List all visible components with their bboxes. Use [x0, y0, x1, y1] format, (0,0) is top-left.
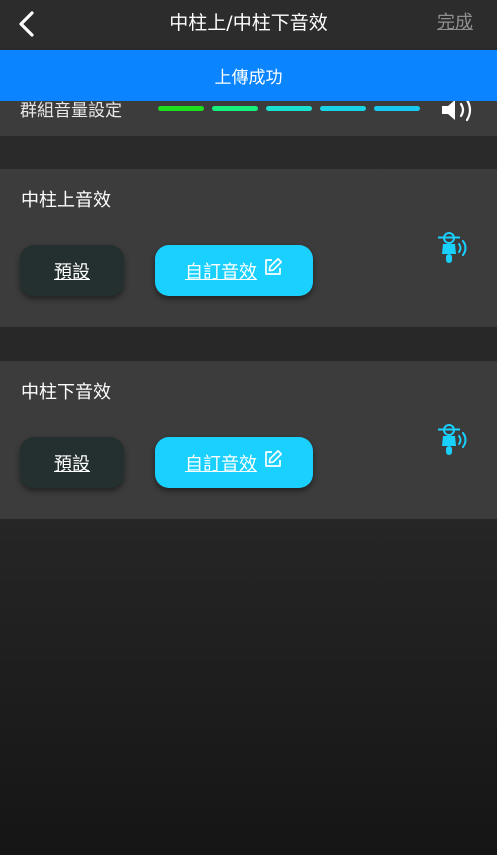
edit-icon [265, 449, 283, 467]
volume-segment[interactable] [374, 106, 420, 111]
preset-button[interactable]: 預設 [20, 437, 124, 488]
section-stand-up-sound: 中柱上音效 預設 自訂音效 [0, 169, 497, 327]
custom-sound-button-label: 自訂音效 [185, 453, 257, 475]
custom-sound-button[interactable]: 自訂音效 [155, 245, 313, 296]
section-title: 中柱上音效 [21, 190, 111, 211]
toast-message: 上傳成功 [214, 68, 283, 88]
preset-button-label: 預設 [54, 453, 90, 475]
done-button[interactable]: 完成 [437, 0, 473, 46]
preset-button[interactable]: 預設 [20, 245, 124, 296]
section-stand-down-sound: 中柱下音效 預設 自訂音效 [0, 361, 497, 519]
volume-segment[interactable] [320, 106, 366, 111]
custom-sound-button-label: 自訂音效 [185, 261, 257, 283]
volume-segment[interactable] [158, 106, 204, 111]
page-title: 中柱上/中柱下音效 [169, 12, 328, 34]
scooter-sound-icon[interactable] [436, 231, 472, 267]
edit-icon [265, 257, 283, 275]
chevron-left-icon [19, 11, 34, 37]
preset-button-label: 預設 [54, 261, 90, 283]
navigation-bar: 中柱上/中柱下音效 完成 [0, 0, 497, 48]
back-button[interactable] [6, 4, 46, 44]
volume-segment[interactable] [266, 106, 312, 111]
section-title: 中柱下音效 [21, 382, 111, 403]
scooter-sound-icon[interactable] [436, 423, 472, 459]
volume-segment[interactable] [212, 106, 258, 111]
upload-success-toast: 上傳成功 [0, 50, 497, 101]
custom-sound-button[interactable]: 自訂音效 [155, 437, 313, 488]
volume-level-bars[interactable] [158, 106, 420, 112]
